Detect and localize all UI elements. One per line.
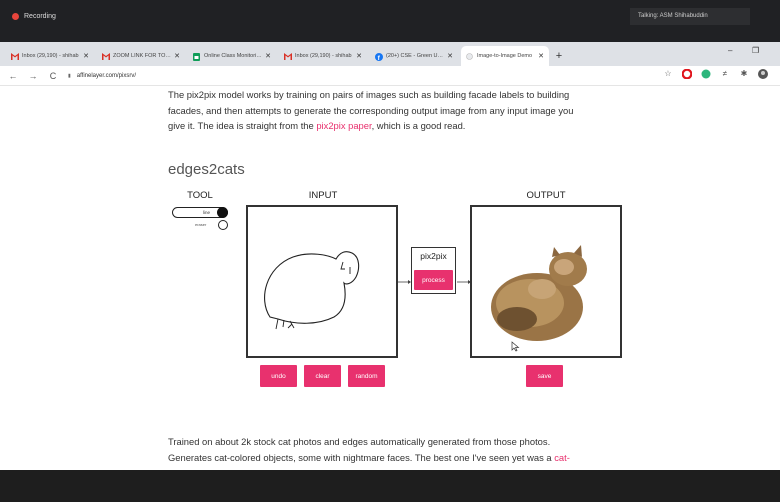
tab-label: Inbox (29,190) - shihab xyxy=(22,53,79,59)
tab-facebook[interactable]: f (20+) CSE - Green Univ. ✕ xyxy=(370,46,458,66)
intro-paragraph: The pix2pix model works by training on p… xyxy=(168,87,620,134)
gmail-icon xyxy=(284,52,292,60)
tab-strip: Inbox (29,190) - shihab ✕ ZOOM LINK FOR … xyxy=(0,42,780,66)
description-line: Generates cat-colored objects, some with… xyxy=(168,451,555,463)
tab-zoom-link[interactable]: ZOOM LINK FOR TODAY ✕ xyxy=(97,46,185,66)
url-text: affinelayer.com/pixsrv/ xyxy=(76,72,137,79)
back-button[interactable]: ← xyxy=(8,71,18,81)
avatar[interactable] xyxy=(758,69,768,79)
process-button[interactable]: process xyxy=(414,270,453,290)
puzzle-icon[interactable]: ✱ xyxy=(739,69,749,79)
extension-green-icon[interactable] xyxy=(701,69,711,79)
tab-label: ZOOM LINK FOR TODAY xyxy=(113,53,172,59)
tab-inbox-1[interactable]: Inbox (29,190) - shihab ✕ xyxy=(6,46,94,66)
line-tool-label: line xyxy=(203,210,211,215)
close-icon[interactable]: ✕ xyxy=(265,52,271,60)
tool-label: TOOL xyxy=(187,190,213,201)
clear-button[interactable]: clear xyxy=(304,365,341,387)
random-button[interactable]: random xyxy=(348,365,385,387)
tab-inbox-2[interactable]: Inbox (29,190) - shihab ✕ xyxy=(279,46,367,66)
page-icon xyxy=(466,52,474,60)
extension-icon[interactable]: ≠ xyxy=(720,69,730,79)
toggle-knob xyxy=(218,220,228,230)
intro-line: The pix2pix model works by training on p… xyxy=(168,89,570,100)
close-icon[interactable]: ✕ xyxy=(538,52,544,60)
cat-sketch-drawing xyxy=(264,251,360,330)
input-label: INPUT xyxy=(308,190,338,201)
tab-label: Inbox (29,190) - shihab xyxy=(295,53,352,59)
recording-bar: Recording Talking: ASM Shihabuddin xyxy=(0,0,780,42)
intro-line: facades, and then attempts to generate t… xyxy=(168,104,574,116)
eraser-tool-toggle[interactable]: eraser xyxy=(192,220,228,230)
tab-image-to-image[interactable]: Image-to-Image Demo ✕ xyxy=(461,46,549,66)
line-tool-toggle[interactable]: line xyxy=(172,207,228,218)
tab-online-class[interactable]: Online Class Monitoring ✕ xyxy=(188,46,276,66)
extension-bar: ☆ ≠ ✱ xyxy=(663,68,768,80)
reload-button[interactable]: C xyxy=(48,71,58,81)
close-icon[interactable]: ✕ xyxy=(174,52,180,60)
save-button[interactable]: save xyxy=(526,365,563,387)
talking-indicator: Talking: ASM Shihabuddin xyxy=(630,8,750,25)
edges2cats-description: Trained on about 2k stock cat photos and… xyxy=(168,434,620,465)
close-icon[interactable]: ✕ xyxy=(447,52,453,60)
lock-icon: ▮ xyxy=(68,72,71,79)
pix2pix-label: pix2pix xyxy=(420,251,447,261)
intro-line: give it. The idea is straight from the xyxy=(168,120,317,131)
cat-link[interactable]: cat- xyxy=(554,452,570,463)
tab-label: Image-to-Image Demo xyxy=(477,53,533,59)
output-label: OUTPUT xyxy=(526,190,566,201)
tab-label: Online Class Monitoring xyxy=(204,53,263,59)
cat-output-image xyxy=(491,245,587,368)
record-dot-icon xyxy=(12,13,19,20)
gmail-icon xyxy=(102,52,110,60)
tab-label: (20+) CSE - Green Univ. xyxy=(386,53,445,59)
url-field[interactable]: ▮ affinelayer.com/pixsrv/ xyxy=(68,73,136,79)
eraser-tool-label: eraser xyxy=(195,222,207,227)
toggle-knob xyxy=(217,207,228,218)
section-title: edges2cats xyxy=(168,161,245,178)
close-icon[interactable]: ✕ xyxy=(356,52,362,60)
intro-line: , which is a good read. xyxy=(371,120,466,131)
pix2pix-paper-link[interactable]: pix2pix paper xyxy=(316,120,371,131)
description-line: Trained on about 2k stock cat photos and… xyxy=(168,436,551,447)
input-canvas[interactable] xyxy=(246,205,398,358)
output-image xyxy=(470,205,622,368)
screen: Recording Talking: ASM Shihabuddin Inbox… xyxy=(0,0,780,502)
minimize-button[interactable]: – xyxy=(728,46,732,55)
facebook-icon: f xyxy=(375,52,383,62)
star-icon[interactable]: ☆ xyxy=(663,69,673,79)
forward-button[interactable]: → xyxy=(28,71,38,81)
close-icon[interactable]: ✕ xyxy=(83,52,89,60)
new-tab-button[interactable]: + xyxy=(552,46,566,66)
page-content: The pix2pix model works by training on p… xyxy=(0,86,780,470)
screen-share-bottom-bar xyxy=(0,470,780,502)
mouse-cursor-icon xyxy=(511,341,520,352)
undo-button[interactable]: undo xyxy=(260,365,297,387)
recording-indicator: Recording xyxy=(12,13,56,20)
gmail-icon xyxy=(11,52,19,60)
sheets-icon xyxy=(193,52,201,61)
recording-label: Recording xyxy=(24,13,56,20)
restore-button[interactable]: ❐ xyxy=(752,46,759,55)
opera-icon[interactable] xyxy=(681,68,693,80)
